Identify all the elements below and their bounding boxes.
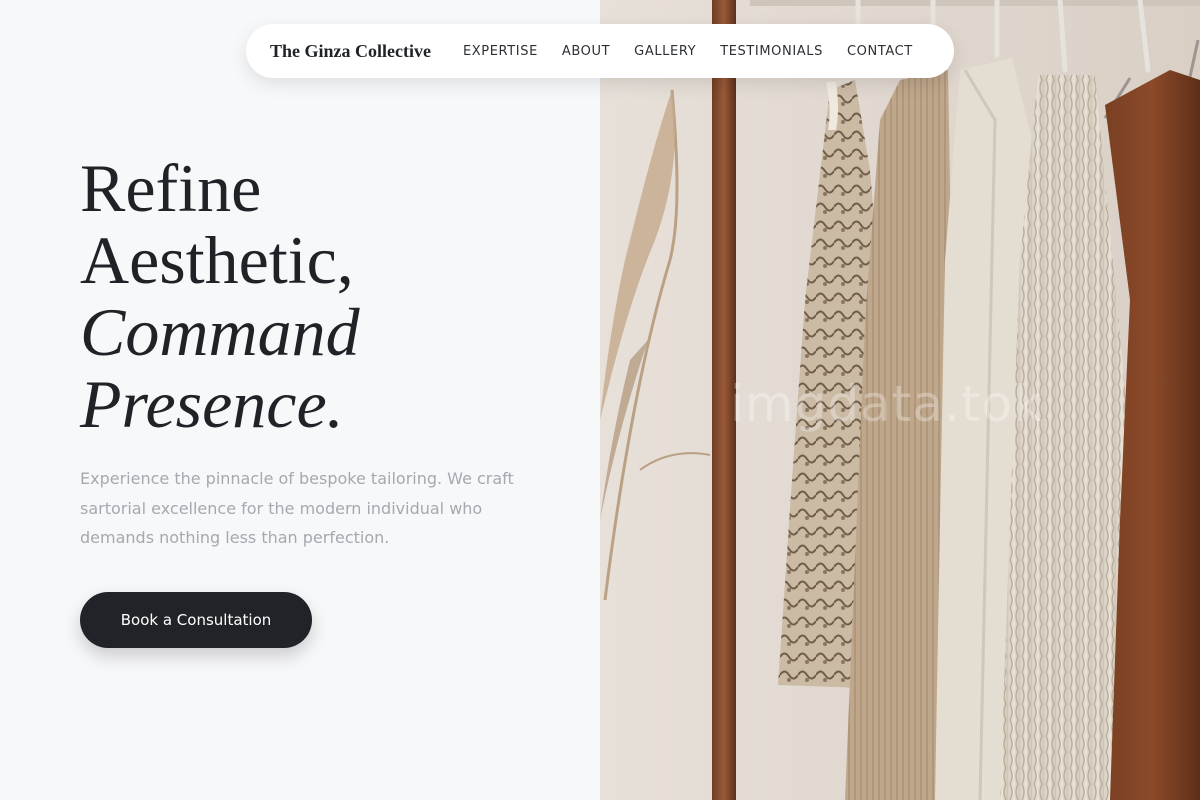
- clothing-rack-illustration: [600, 0, 1200, 800]
- nav-links: EXPERTISE ABOUT GALLERY TESTIMONIALS CON…: [463, 44, 913, 59]
- hero-image: imgdata.tok: [600, 0, 1200, 800]
- nav-link-contact[interactable]: CONTACT: [847, 44, 913, 59]
- book-consultation-button[interactable]: Book a Consultation: [80, 592, 312, 648]
- hero-headline: Refine Aesthetic, Command Presence.: [80, 152, 360, 440]
- headline-line-2: Aesthetic,: [80, 222, 354, 298]
- nav-link-about[interactable]: ABOUT: [562, 44, 610, 59]
- top-navbar: The Ginza Collective EXPERTISE ABOUT GAL…: [246, 24, 954, 78]
- hero-description: Experience the pinnacle of bespoke tailo…: [80, 469, 514, 547]
- headline-line-4: Presence.: [80, 366, 344, 442]
- headline-line-3: Command: [80, 294, 360, 370]
- headline-line-1: Refine: [80, 150, 262, 226]
- nav-link-expertise[interactable]: EXPERTISE: [463, 44, 538, 59]
- nav-link-gallery[interactable]: GALLERY: [634, 44, 696, 59]
- brand-logo[interactable]: The Ginza Collective: [270, 41, 431, 62]
- nav-link-testimonials[interactable]: TESTIMONIALS: [720, 44, 823, 59]
